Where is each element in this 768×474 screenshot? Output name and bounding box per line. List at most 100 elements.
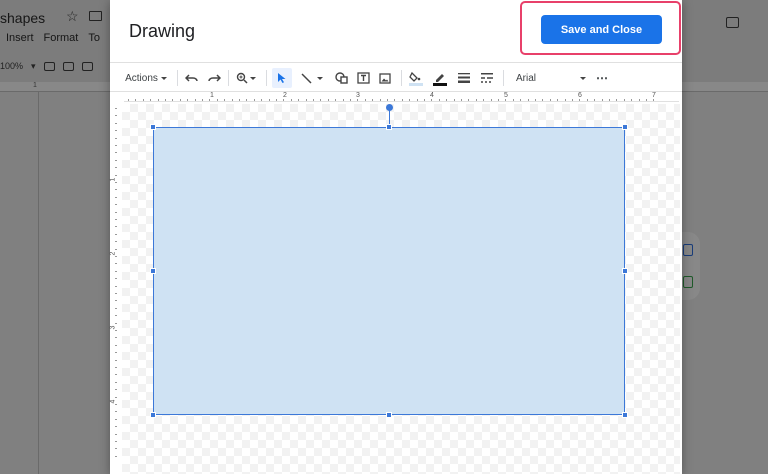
ruler-tick bbox=[505, 99, 507, 101]
ruler-tick bbox=[115, 270, 117, 272]
ruler-tick bbox=[115, 441, 117, 442]
ruler-tick bbox=[165, 99, 166, 101]
ruler-tick bbox=[350, 99, 351, 101]
drawing-toolbar: Actions Arial ⋯ bbox=[110, 62, 682, 92]
border-weight-button[interactable] bbox=[454, 63, 474, 93]
resize-handle[interactable] bbox=[150, 268, 156, 274]
ruler-tick bbox=[646, 99, 647, 101]
line-icon bbox=[301, 72, 312, 84]
ruler-number: 4 bbox=[430, 92, 434, 99]
ruler-tick bbox=[557, 99, 559, 101]
resize-handle[interactable] bbox=[622, 268, 628, 274]
ruler-tick bbox=[179, 99, 181, 101]
more-button[interactable]: ⋯ bbox=[592, 63, 612, 93]
ruler-tick bbox=[115, 122, 117, 124]
resize-handle[interactable] bbox=[622, 412, 628, 418]
ruler-tick bbox=[115, 108, 117, 109]
ruler-tick bbox=[572, 99, 573, 101]
text-box-button[interactable] bbox=[354, 63, 372, 93]
ruler-tick bbox=[115, 418, 117, 420]
ruler-number: 5 bbox=[504, 92, 508, 99]
ruler-tick bbox=[115, 278, 117, 280]
ruler-tick bbox=[115, 322, 117, 324]
ruler-tick bbox=[231, 99, 233, 101]
ruler-tick bbox=[209, 99, 211, 101]
ruler-tick bbox=[490, 99, 492, 101]
border-dash-button[interactable] bbox=[477, 63, 497, 93]
ruler-tick bbox=[115, 381, 117, 383]
ruler-tick bbox=[631, 99, 633, 101]
ruler-tick bbox=[527, 99, 529, 101]
ruler-tick bbox=[638, 99, 640, 101]
ruler-tick bbox=[115, 433, 117, 435]
resize-handle[interactable] bbox=[150, 124, 156, 130]
save-and-close-button[interactable]: Save and Close bbox=[541, 15, 662, 44]
resize-handle[interactable] bbox=[150, 412, 156, 418]
ruler-tick bbox=[115, 152, 117, 154]
ruler-tick bbox=[364, 99, 366, 101]
font-select[interactable]: Arial bbox=[514, 63, 588, 93]
ruler-tick bbox=[498, 99, 499, 101]
ruler-tick bbox=[115, 226, 117, 228]
ruler-tick bbox=[379, 99, 381, 101]
menu-tools: To bbox=[88, 32, 100, 44]
actions-menu[interactable]: Actions bbox=[120, 63, 172, 93]
ruler-tick bbox=[115, 263, 117, 265]
border-weight-icon bbox=[458, 73, 470, 83]
ruler-tick bbox=[394, 99, 396, 101]
zoom-icon bbox=[236, 72, 248, 84]
ruler-tick bbox=[128, 99, 129, 101]
docs-menu: Insert Format To bbox=[6, 32, 100, 44]
undo-icon[interactable] bbox=[182, 63, 200, 93]
ruler-tick bbox=[623, 99, 625, 101]
shape-icon bbox=[334, 72, 348, 84]
text-box-icon bbox=[356, 72, 370, 84]
chevron-down-icon bbox=[250, 76, 256, 80]
ruler-tick bbox=[115, 219, 117, 220]
ruler-tick bbox=[564, 99, 566, 101]
ruler-tick bbox=[115, 174, 117, 176]
ruler-tick bbox=[115, 159, 117, 161]
side-calendar-icon bbox=[683, 244, 693, 256]
ruler-tick bbox=[535, 99, 536, 101]
ruler-tick bbox=[115, 359, 117, 361]
ruler-tick bbox=[453, 99, 455, 101]
shape-tool-button[interactable] bbox=[332, 63, 350, 93]
ruler-tick bbox=[261, 99, 263, 101]
side-panel bbox=[680, 232, 700, 300]
select-tool-button[interactable] bbox=[272, 68, 292, 88]
rotate-handle[interactable] bbox=[386, 104, 393, 111]
ruler-tick bbox=[115, 426, 117, 428]
ruler-tick bbox=[115, 241, 117, 243]
image-icon bbox=[81, 61, 93, 71]
ruler-number: 2 bbox=[283, 92, 287, 99]
chevron-down-icon bbox=[160, 76, 167, 80]
ruler-tick bbox=[115, 130, 117, 132]
font-name: Arial bbox=[516, 72, 537, 84]
ruler-tick bbox=[239, 99, 240, 101]
ruler-tick bbox=[187, 99, 189, 101]
ruler-tick bbox=[253, 99, 255, 101]
actions-label: Actions bbox=[125, 72, 158, 84]
ruler-tick bbox=[115, 330, 117, 331]
ruler-tick bbox=[335, 99, 337, 101]
ruler-tick bbox=[172, 99, 174, 101]
redo-icon[interactable] bbox=[205, 63, 223, 93]
resize-handle[interactable] bbox=[386, 124, 392, 130]
resize-handle[interactable] bbox=[622, 124, 628, 130]
fill-color-button[interactable] bbox=[406, 63, 426, 93]
ruler-tick bbox=[409, 99, 411, 101]
line-tool-button[interactable] bbox=[297, 63, 327, 93]
ruler-number: 1 bbox=[109, 177, 117, 182]
resize-handle[interactable] bbox=[386, 412, 392, 418]
rectangle-shape[interactable] bbox=[153, 127, 625, 415]
zoom-button[interactable] bbox=[232, 63, 260, 93]
ruler-tick bbox=[276, 99, 277, 101]
ruler-tick bbox=[401, 99, 403, 101]
dialog-title: Drawing bbox=[129, 21, 196, 41]
ruler-number: 7 bbox=[652, 92, 656, 99]
border-color-button[interactable] bbox=[430, 63, 450, 93]
ruler-tick bbox=[115, 344, 117, 346]
ruler-tick bbox=[115, 293, 117, 294]
image-button[interactable] bbox=[376, 63, 394, 93]
